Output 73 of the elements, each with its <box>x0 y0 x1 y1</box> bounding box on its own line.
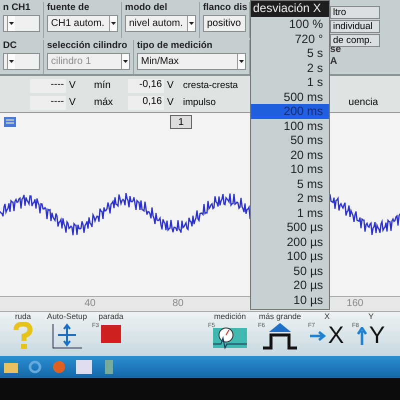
text-field[interactable]: positivo <box>203 15 246 32</box>
menu-item[interactable]: 720 ° <box>251 32 329 46</box>
axis-label: 40 <box>84 298 96 309</box>
measure-label: mín <box>93 80 112 91</box>
unit-label: V <box>68 97 77 108</box>
option-button[interactable]: de comp. <box>330 34 380 47</box>
axes-arrows-icon <box>50 322 84 350</box>
field-label: modo del <box>125 2 168 13</box>
list-button-icon[interactable] <box>4 117 16 127</box>
value-field: 0,16 <box>128 96 164 110</box>
dropdown-field[interactable]: CH1 autom. <box>47 15 118 32</box>
field-label: flanco dis <box>203 2 246 13</box>
field-label: n CH1 <box>3 2 32 13</box>
field-label: tipo de medición <box>137 40 214 51</box>
dropdown-field[interactable] <box>3 15 40 32</box>
caret-icon <box>121 54 129 69</box>
menu-item[interactable]: 500 ms <box>251 90 329 104</box>
menu-item[interactable]: 100 ms <box>251 118 329 133</box>
unit-label: V <box>166 80 175 91</box>
caret-icon <box>109 16 117 31</box>
menu-item[interactable]: 500 µs <box>251 220 329 234</box>
caret-icon <box>187 16 195 31</box>
browser-icon[interactable] <box>28 360 42 374</box>
menu-item[interactable]: 100 µs <box>251 249 329 264</box>
measure-label: cresta-cresta <box>182 80 238 91</box>
menu-item[interactable]: 2 ms <box>251 191 329 206</box>
field-label: A <box>330 56 338 67</box>
folder-icon[interactable] <box>4 361 18 373</box>
stop-icon <box>100 322 122 344</box>
menu-item[interactable]: 5 s <box>251 46 329 60</box>
dropdown-field[interactable]: nivel autom. <box>125 15 196 32</box>
toolbar-button[interactable]: ruda <box>2 312 44 356</box>
value-field: ---- <box>30 96 66 110</box>
axis-label: 80 <box>172 298 184 309</box>
measure-label: impulso <box>182 97 216 108</box>
menu-item[interactable]: 1 ms <box>251 206 329 220</box>
option-button[interactable]: individual <box>330 20 380 33</box>
option-button[interactable]: ltro <box>330 6 380 19</box>
menu-item[interactable]: 200 µs <box>251 234 329 249</box>
dropdown-field[interactable]: Min/Max <box>137 53 246 70</box>
menu-item[interactable]: 1 s <box>251 75 329 90</box>
dropdown-field[interactable] <box>3 53 40 70</box>
menu-item[interactable]: 10 ms <box>251 162 329 176</box>
menu-item[interactable]: 5 ms <box>251 176 329 191</box>
axis-label: 160 <box>346 298 364 309</box>
measure-label: máx <box>93 97 114 108</box>
value-field: -0,16 <box>128 78 164 92</box>
caret-icon <box>7 54 15 69</box>
menu-title: desviación X <box>251 1 329 17</box>
menu-item[interactable]: 100 % <box>251 17 329 32</box>
menu-item[interactable]: 10 µs <box>251 292 329 307</box>
field-label: se <box>330 44 342 55</box>
unit-label: V <box>166 97 175 108</box>
arrow-right-icon <box>310 331 326 341</box>
caret-icon <box>237 54 245 69</box>
field-label: selección cilindro <box>47 40 128 51</box>
menu-item[interactable]: 50 µs <box>251 264 329 278</box>
app-icon[interactable] <box>102 360 116 374</box>
menu-item[interactable]: 2 s <box>251 60 329 75</box>
browser-icon[interactable] <box>52 360 66 374</box>
menu-item[interactable]: 20 ms <box>251 148 329 162</box>
menu-item[interactable]: 50 ms <box>251 133 329 148</box>
measure-label: uencia <box>348 97 379 108</box>
unit-label: V <box>68 80 77 91</box>
value-field: ---- <box>30 78 66 92</box>
toolbar-button[interactable]: Auto-Setup <box>46 312 88 356</box>
caret-icon <box>7 16 15 31</box>
menu-item[interactable]: 20 µs <box>251 278 329 292</box>
question-mark-icon <box>12 322 34 350</box>
field-label: DC <box>3 40 18 51</box>
channel-button[interactable]: 1 <box>170 115 192 129</box>
arrow-up-icon <box>356 327 367 345</box>
field-label: fuente de <box>47 2 90 13</box>
